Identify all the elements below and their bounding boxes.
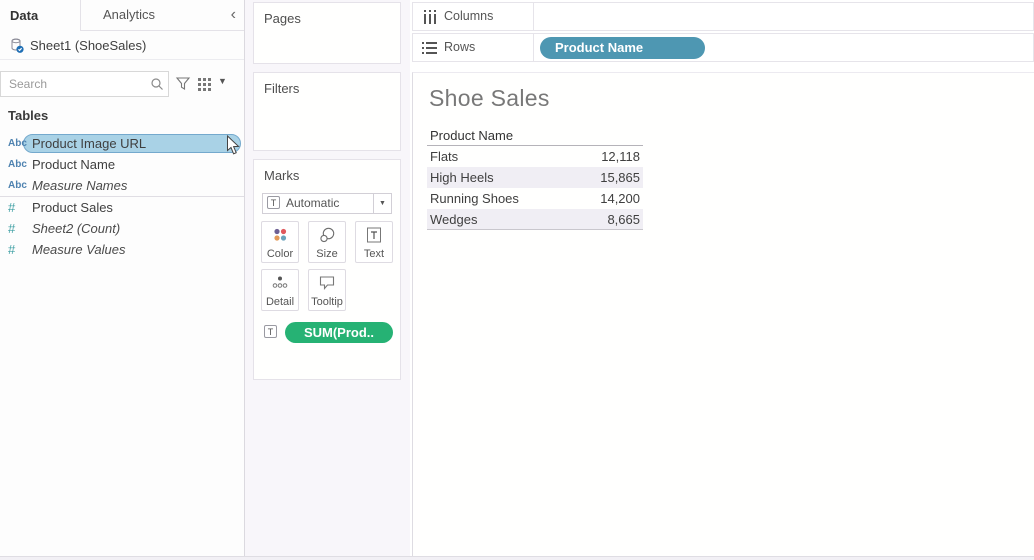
pane-tabs: Data Analytics ‹ (0, 0, 244, 31)
cell-value: 8,665 (607, 209, 640, 230)
database-icon (8, 37, 26, 55)
viz-canvas: Shoe Sales Product Name Flats 12,118 Hig… (412, 72, 1034, 556)
measure-pill-sum-product-sales[interactable]: SUM(Prod.. (285, 322, 393, 343)
dimension-abc-icon: Abc (8, 175, 30, 196)
mark-type-dropdown[interactable]: T Automatic ▼ (262, 193, 392, 214)
filters-shelf[interactable]: Filters (253, 72, 401, 151)
text-table: Product Name Flats 12,118 High Heels 15,… (427, 125, 643, 230)
color-button[interactable]: Color (261, 221, 299, 263)
field-label: Product Name (32, 154, 115, 175)
rows-shelf-label: Rows (444, 34, 475, 61)
text-encoding-icon: T (264, 325, 277, 338)
field-sheet2-count[interactable]: # Sheet2 (Count) (0, 218, 244, 239)
dimension-abc-icon: Abc (8, 154, 30, 175)
shelf-divider (533, 34, 534, 61)
shelf-divider (533, 3, 534, 30)
color-dots-icon (271, 226, 289, 244)
field-label: Product Image URL (32, 133, 146, 154)
view-as-icon[interactable] (198, 78, 213, 91)
pages-shelf-label: Pages (264, 11, 301, 26)
field-label: Measure Names (32, 175, 127, 196)
row-header: Flats (430, 146, 458, 167)
filter-fields-icon[interactable] (175, 76, 191, 92)
table-row[interactable]: Flats 12,118 (427, 146, 643, 167)
row-header: Wedges (430, 209, 477, 230)
datasource-row[interactable]: Sheet1 (ShoeSales) (0, 31, 244, 60)
table-row[interactable]: Running Shoes 14,200 (427, 188, 643, 209)
text-mark-icon: T (267, 196, 280, 209)
columns-icon (422, 10, 438, 24)
tab-data[interactable]: Data (0, 0, 80, 31)
sheet-title: Shoe Sales (429, 85, 550, 112)
field-label: Measure Values (32, 239, 125, 260)
size-button-label: Size (309, 248, 345, 260)
color-button-label: Color (262, 248, 298, 260)
shelf-card-panel: Pages Filters Marks T Automatic ▼ Color (245, 0, 410, 556)
field-label: Product Sales (32, 197, 113, 218)
dimension-pill-product-name[interactable]: Product Name (540, 37, 705, 59)
collapse-pane-icon[interactable]: ‹ (231, 0, 236, 31)
detail-dots-icon (271, 274, 289, 292)
field-measure-names[interactable]: Abc Measure Names (0, 175, 244, 196)
rows-icon (422, 41, 438, 55)
pages-shelf[interactable]: Pages (253, 2, 401, 64)
text-button-label: Text (356, 248, 392, 260)
mark-type-value: Automatic (286, 194, 339, 213)
data-pane: Data Analytics ‹ Sheet1 (ShoeSales) (0, 0, 245, 556)
table-row[interactable]: High Heels 15,865 (427, 167, 643, 188)
field-list: Abc Product Image URL Abc Product Name A… (0, 133, 244, 260)
search-icon (150, 77, 164, 91)
size-button[interactable]: Size (308, 221, 346, 263)
cell-value: 14,200 (600, 188, 640, 209)
cell-value: 15,865 (600, 167, 640, 188)
table-row[interactable]: Wedges 8,665 (427, 209, 643, 230)
field-product-sales[interactable]: # Product Sales (0, 197, 244, 218)
field-label: Sheet2 (Count) (32, 218, 120, 239)
mouse-cursor (226, 135, 241, 156)
measure-hash-icon: # (8, 197, 30, 218)
field-product-image-url[interactable]: Abc Product Image URL (0, 133, 244, 154)
field-product-name[interactable]: Abc Product Name (0, 154, 244, 175)
detail-button-label: Detail (262, 296, 298, 308)
marks-card: Marks T Automatic ▼ Color (253, 159, 401, 380)
search-input[interactable] (0, 71, 169, 97)
tooltip-button[interactable]: Tooltip (308, 269, 346, 311)
chevron-down-icon[interactable]: ▼ (373, 194, 391, 213)
search-row: ▼ (0, 71, 244, 98)
size-circles-icon (318, 226, 336, 244)
field-measure-values[interactable]: # Measure Values (0, 239, 244, 260)
rows-shelf[interactable]: Rows Product Name (412, 33, 1034, 62)
cell-value: 12,118 (601, 146, 640, 167)
tab-analytics[interactable]: Analytics ‹ (80, 0, 244, 31)
tooltip-button-label: Tooltip (309, 296, 345, 308)
dimension-abc-icon: Abc (8, 133, 30, 154)
row-header: High Heels (430, 167, 494, 188)
filters-shelf-label: Filters (264, 81, 299, 96)
window-bottom-edge (0, 556, 1034, 560)
tables-section-label: Tables (8, 108, 48, 123)
columns-shelf-label: Columns (444, 3, 493, 30)
tooltip-bubble-icon (318, 274, 336, 292)
tableau-workspace: Data Analytics ‹ Sheet1 (ShoeSales) (0, 0, 1034, 560)
datasource-name: Sheet1 (ShoeSales) (30, 31, 146, 60)
view-as-caret-icon[interactable]: ▼ (218, 76, 227, 86)
worksheet-area: Columns Rows Product Name Shoe Sales Pro… (410, 0, 1034, 556)
columns-shelf[interactable]: Columns (412, 2, 1034, 31)
text-button[interactable]: Text (355, 221, 393, 263)
text-t-icon (365, 226, 383, 244)
measure-hash-icon: # (8, 218, 30, 239)
marks-card-label: Marks (264, 168, 299, 183)
table-column-header[interactable]: Product Name (427, 125, 643, 146)
row-header: Running Shoes (430, 188, 519, 209)
detail-button[interactable]: Detail (261, 269, 299, 311)
measure-hash-icon: # (8, 239, 30, 260)
tab-analytics-label: Analytics (103, 7, 155, 22)
